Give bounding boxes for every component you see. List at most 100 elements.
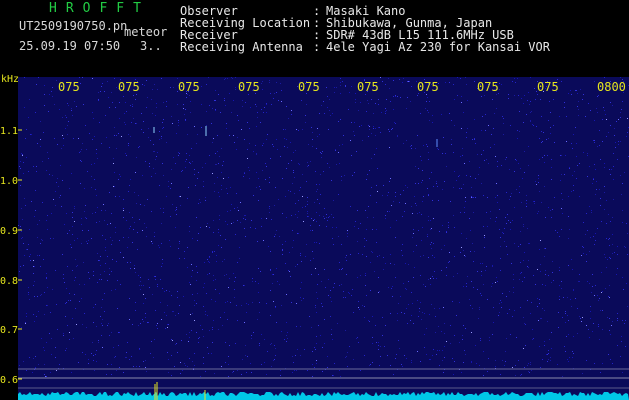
- noise-pixel: [339, 145, 340, 146]
- noise-pixel: [184, 114, 185, 115]
- noise-pixel: [89, 278, 90, 279]
- noise-pixel: [617, 254, 618, 255]
- noise-pixel: [378, 342, 379, 343]
- noise-pixel: [444, 333, 445, 334]
- noise-pixel: [338, 152, 339, 153]
- noise-pixel: [211, 353, 212, 354]
- noise-pixel: [551, 159, 552, 160]
- noise-pixel: [274, 205, 275, 206]
- noise-pixel: [610, 334, 611, 335]
- noise-pixel: [410, 146, 411, 147]
- noise-pixel: [40, 266, 41, 267]
- noise-pixel: [550, 210, 551, 211]
- noise-pixel: [454, 171, 455, 172]
- noise-pixel: [460, 78, 461, 79]
- noise-pixel: [240, 222, 241, 223]
- noise-pixel: [571, 143, 572, 144]
- noise-pixel: [545, 248, 546, 249]
- noise-pixel: [146, 107, 147, 108]
- noise-pixel: [573, 336, 574, 337]
- noise-pixel: [139, 366, 140, 367]
- noise-pixel: [528, 243, 529, 244]
- noise-pixel: [537, 94, 538, 95]
- noise-pixel: [315, 171, 316, 172]
- noise-pixel: [410, 101, 411, 102]
- noise-pixel: [157, 328, 158, 329]
- noise-pixel: [423, 196, 424, 197]
- noise-pixel: [530, 313, 531, 314]
- noise-pixel: [335, 149, 336, 150]
- noise-pixel: [346, 255, 347, 256]
- noise-pixel: [116, 261, 117, 262]
- noise-pixel: [528, 146, 529, 147]
- noise-pixel: [611, 325, 612, 326]
- noise-pixel: [597, 96, 598, 97]
- noise-pixel: [429, 101, 430, 102]
- noise-pixel: [442, 360, 443, 361]
- noise-pixel: [78, 362, 79, 363]
- noise-pixel: [158, 245, 159, 246]
- noise-pixel: [256, 126, 257, 127]
- noise-pixel: [82, 324, 83, 325]
- noise-pixel: [233, 273, 234, 274]
- noise-pixel: [229, 93, 230, 94]
- noise-pixel: [63, 333, 64, 334]
- noise-pixel: [385, 218, 386, 219]
- noise-pixel: [569, 357, 570, 358]
- noise-pixel: [37, 255, 38, 256]
- noise-pixel: [469, 161, 470, 162]
- noise-pixel: [577, 333, 578, 334]
- noise-pixel: [350, 140, 351, 141]
- noise-pixel: [395, 192, 396, 193]
- noise-pixel: [610, 125, 611, 126]
- noise-pixel: [258, 268, 259, 269]
- noise-pixel: [426, 354, 427, 355]
- noise-pixel: [460, 252, 461, 253]
- noise-pixel: [235, 277, 236, 278]
- noise-pixel: [71, 247, 72, 248]
- noise-pixel: [544, 310, 545, 311]
- noise-pixel: [604, 110, 605, 111]
- noise-pixel: [366, 179, 367, 180]
- noise-pixel: [46, 278, 47, 279]
- noise-pixel: [95, 354, 96, 355]
- noise-pixel: [218, 229, 219, 230]
- noise-pixel: [154, 339, 155, 340]
- noise-pixel: [44, 292, 45, 293]
- noise-pixel: [212, 329, 213, 330]
- noise-pixel: [276, 230, 277, 231]
- noise-pixel: [23, 162, 24, 163]
- noise-pixel: [341, 180, 342, 181]
- x-tick-label: 075: [537, 80, 559, 94]
- noise-pixel: [109, 268, 110, 269]
- noise-pixel: [577, 308, 578, 309]
- noise-pixel: [587, 155, 588, 156]
- noise-pixel: [492, 283, 493, 284]
- noise-pixel: [324, 269, 325, 270]
- noise-pixel: [55, 205, 56, 206]
- noise-pixel: [434, 271, 435, 272]
- noise-pixel: [388, 129, 389, 130]
- noise-pixel: [449, 113, 450, 114]
- noise-pixel: [89, 133, 90, 134]
- noise-pixel: [611, 169, 612, 170]
- noise-pixel: [197, 178, 198, 179]
- noise-pixel: [262, 145, 263, 146]
- noise-pixel: [176, 207, 177, 208]
- noise-pixel: [407, 187, 408, 188]
- noise-pixel: [140, 289, 141, 290]
- noise-pixel: [48, 111, 49, 112]
- noise-pixel: [561, 229, 562, 230]
- noise-pixel: [119, 102, 120, 103]
- noise-pixel: [52, 175, 53, 176]
- noise-pixel: [329, 99, 330, 100]
- noise-pixel: [178, 152, 179, 153]
- noise-pixel: [627, 306, 628, 307]
- noise-pixel: [333, 217, 334, 218]
- noise-pixel: [442, 225, 443, 226]
- noise-pixel: [483, 226, 484, 227]
- noise-pixel: [71, 110, 72, 111]
- noise-pixel: [306, 244, 307, 245]
- noise-pixel: [215, 90, 216, 91]
- noise-pixel: [390, 254, 391, 255]
